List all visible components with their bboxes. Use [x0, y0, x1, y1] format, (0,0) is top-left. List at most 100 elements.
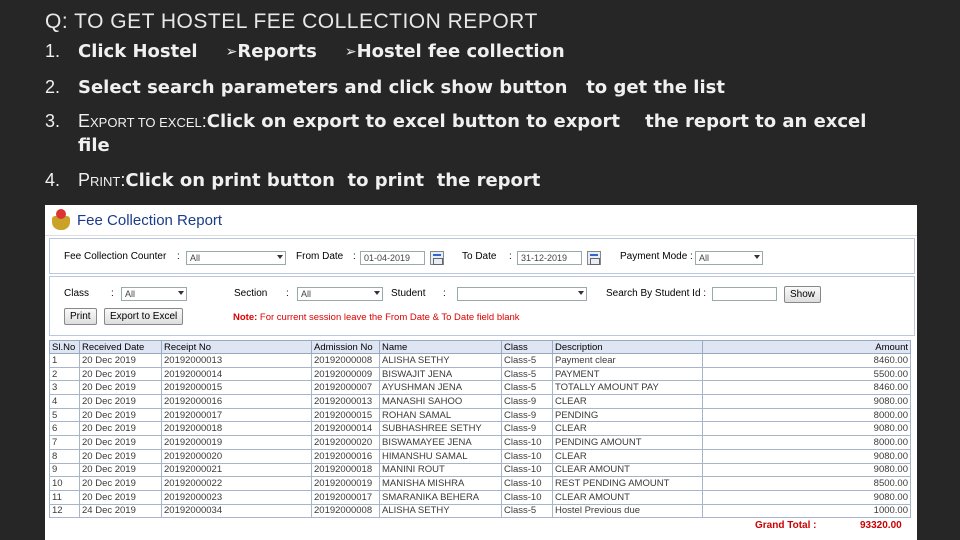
- session-note: Note: For current session leave the From…: [233, 312, 520, 323]
- grand-total: Grand Total :: [755, 520, 817, 531]
- table-cell: ALISHA SETHY: [379, 353, 502, 368]
- table-cell: 20 Dec 2019: [79, 435, 162, 450]
- table-cell: 8: [49, 448, 80, 464]
- table-cell: 20192000014: [311, 421, 380, 437]
- fee-collection-window: Fee Collection Report Fee Collection Cou…: [45, 205, 917, 540]
- payment-mode-label: Payment Mode :: [620, 251, 693, 262]
- calendar-icon[interactable]: [430, 251, 444, 265]
- counter-label: Fee Collection Counter: [64, 251, 167, 262]
- table-cell: 20192000018: [161, 421, 312, 437]
- student-id-input[interactable]: [712, 287, 777, 301]
- payment-mode-select[interactable]: All: [695, 251, 763, 265]
- table-cell: 20192000013: [311, 394, 380, 409]
- search-student-label: Search By Student Id :: [606, 288, 707, 299]
- table-cell: 20 Dec 2019: [79, 489, 162, 505]
- step-3-continued: file: [78, 135, 110, 156]
- table-cell: BISWAJIT JENA: [379, 366, 502, 382]
- show-button[interactable]: Show: [784, 286, 822, 303]
- table-row: 8 20 Dec 2019 20192000020 20192000016 HIMANS…: [49, 448, 911, 464]
- table-cell: 9080.00: [702, 489, 911, 505]
- table-row: 2 20 Dec 2019 20192000014 20192000009 BISWAJ…: [49, 366, 911, 382]
- table-cell: 20192000008: [311, 503, 380, 519]
- class-label: Class: [64, 288, 90, 299]
- step-part: Hostel fee collection: [356, 41, 565, 62]
- to-date-input[interactable]: 31-12-2019: [517, 251, 582, 265]
- student-select[interactable]: [457, 287, 587, 301]
- section-select[interactable]: All: [297, 287, 383, 301]
- colon: :: [509, 251, 512, 262]
- table-cell: 20192000020: [161, 448, 312, 464]
- table-row: 6 20 Dec 2019 20192000018 20192000014 SUBHAS…: [49, 421, 911, 437]
- from-date-input[interactable]: 01-04-2019: [360, 251, 425, 265]
- table-cell: 20 Dec 2019: [79, 353, 162, 368]
- calendar-icon[interactable]: [587, 251, 601, 265]
- table-cell: 3: [49, 380, 80, 396]
- column-header: Sl.No: [49, 340, 80, 354]
- arrow-icon: ➢: [344, 44, 357, 60]
- table-cell: 20192000019: [161, 435, 312, 450]
- class-select[interactable]: All: [121, 287, 187, 301]
- to-date-label: To Date: [462, 251, 497, 262]
- table-cell: MANISHA MISHRA: [379, 476, 502, 491]
- table-cell: REST PENDING AMOUNT: [552, 476, 703, 491]
- table-cell: 20192000020: [311, 435, 380, 450]
- table-cell: ROHAN SAMAL: [379, 407, 502, 423]
- table-cell: 5500.00: [702, 366, 911, 382]
- grand-total-value: 93320.00: [860, 520, 902, 531]
- table-cell: CLEAR AMOUNT: [552, 489, 703, 505]
- table-cell: BISWAMAYEE JENA: [379, 435, 502, 450]
- table-cell: 4: [49, 394, 80, 409]
- table-cell: MANASHI SAHOO: [379, 394, 502, 409]
- table-cell: 20192000016: [161, 394, 312, 409]
- chevron-down-icon: [277, 255, 283, 259]
- table-cell: 8000.00: [702, 407, 911, 423]
- table-cell: 8500.00: [702, 476, 911, 491]
- table-cell: PENDING AMOUNT: [552, 435, 703, 450]
- counter-select[interactable]: All: [186, 251, 286, 265]
- table-row: 10 20 Dec 2019 20192000022 20192000019 MANIS…: [49, 476, 911, 491]
- column-header: Amount: [702, 340, 911, 354]
- column-header: Name: [379, 340, 502, 354]
- table-cell: 20 Dec 2019: [79, 394, 162, 409]
- table-cell: Class-9: [501, 407, 553, 423]
- step-part: the report: [436, 170, 541, 191]
- step-part: to print: [347, 170, 425, 191]
- table-cell: 20 Dec 2019: [79, 366, 162, 382]
- table-cell: 20192000016: [311, 448, 380, 464]
- step-4: 4. PRINT:Click on print button to print t…: [45, 170, 540, 191]
- table-cell: 8000.00: [702, 435, 911, 450]
- table-cell: 10: [49, 476, 80, 491]
- table-cell: CLEAR: [552, 448, 703, 464]
- table-row: 7 20 Dec 2019 20192000019 20192000020 BISWAM…: [49, 435, 911, 450]
- table-cell: 20192000015: [161, 380, 312, 396]
- step-part: the report to an excel: [645, 111, 867, 132]
- table-cell: Class-10: [501, 435, 553, 450]
- table-cell: Hostel Previous due: [552, 503, 703, 519]
- table-cell: Class-5: [501, 380, 553, 396]
- table-cell: 11: [49, 489, 80, 505]
- step-lead: EXPORT TO EXCEL:: [78, 111, 207, 131]
- table-row: 12 24 Dec 2019 20192000034 20192000008 ALISH…: [49, 503, 911, 519]
- table-cell: SMARANIKA BEHERA: [379, 489, 502, 505]
- table-cell: 20192000034: [161, 503, 312, 519]
- column-header: Admission No: [311, 340, 380, 354]
- column-header: Received Date: [79, 340, 162, 354]
- colon: :: [286, 288, 289, 299]
- table-cell: 20 Dec 2019: [79, 448, 162, 464]
- table-cell: 20192000021: [161, 462, 312, 478]
- table-cell: 20192000018: [311, 462, 380, 478]
- table-cell: 1000.00: [702, 503, 911, 519]
- export-excel-button[interactable]: Export to Excel: [104, 308, 184, 325]
- table-cell: 20 Dec 2019: [79, 476, 162, 491]
- step-number: 3.: [45, 111, 61, 131]
- table-cell: 20192000017: [311, 489, 380, 505]
- table-cell: 9080.00: [702, 394, 911, 409]
- table-cell: Payment clear: [552, 353, 703, 368]
- table-cell: AYUSHMAN JENA: [379, 380, 502, 396]
- table-cell: SUBHASHREE SETHY: [379, 421, 502, 437]
- print-button[interactable]: Print: [64, 308, 97, 325]
- table-cell: Class-5: [501, 353, 553, 368]
- table-cell: CLEAR: [552, 394, 703, 409]
- from-date-label: From Date: [296, 251, 344, 262]
- chevron-down-icon: [374, 291, 380, 295]
